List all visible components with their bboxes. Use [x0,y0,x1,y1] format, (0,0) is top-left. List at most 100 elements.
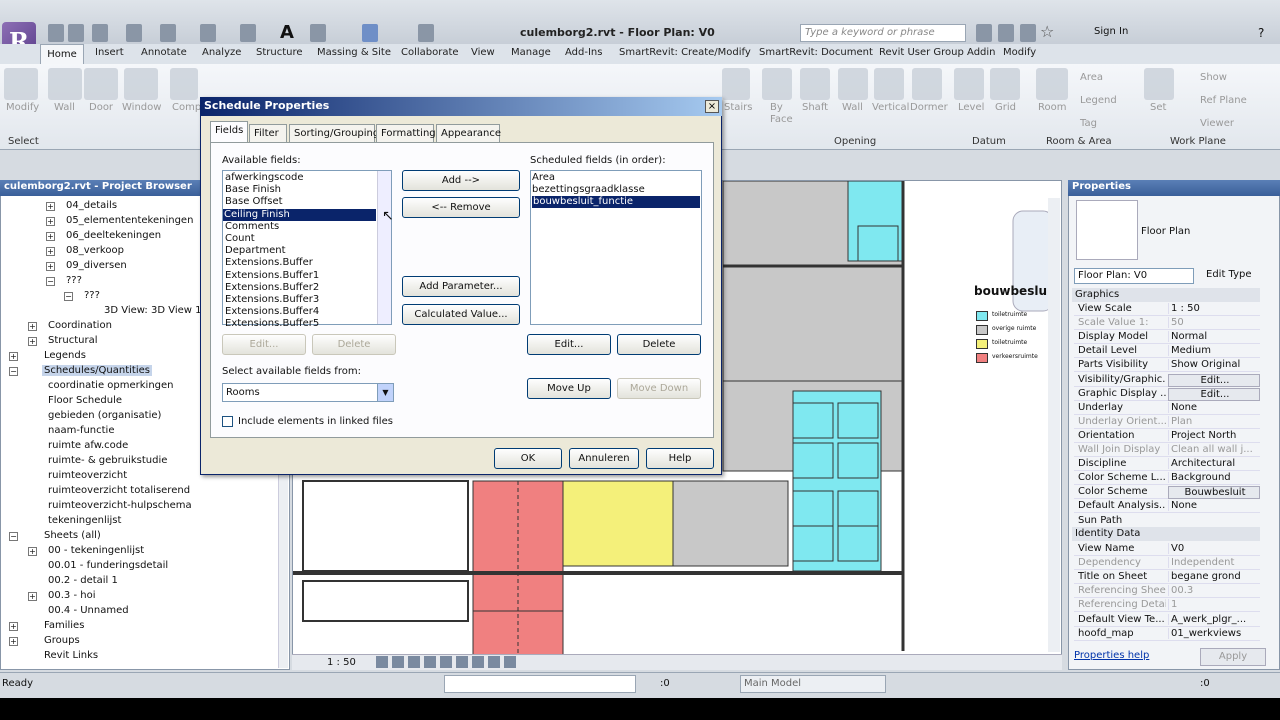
browser-item[interactable]: ruimte afw.code [48,440,128,451]
property-value[interactable]: Background [1168,472,1260,484]
expand-icon[interactable]: + [46,247,55,256]
search-input[interactable]: Type a keyword or phrase [800,24,966,42]
binoculars-icon[interactable] [976,24,992,42]
window-icon[interactable] [124,68,158,100]
available-field-item[interactable]: Extensions.Buffer [225,257,375,269]
property-value[interactable]: begane grond [1168,571,1260,583]
undo-icon[interactable] [126,24,142,42]
view-scale[interactable]: 1 : 50 [327,657,356,668]
property-value[interactable]: 1 [1168,599,1260,611]
identity-row[interactable]: Default View Te... A_werk_plgr_... [1074,613,1260,627]
scheduled-field-item[interactable]: Area [532,172,700,184]
property-row[interactable]: Graphic Display ... Edit... [1074,387,1260,401]
tab-massing-site[interactable]: Massing & Site [317,47,391,58]
browser-item[interactable]: 00.3 - hoi [48,590,95,601]
viewer-button[interactable]: Viewer [1200,118,1234,129]
select-from-dropdown[interactable]: Rooms [222,383,394,402]
collapse-icon[interactable]: − [46,277,55,286]
browser-item[interactable]: ruimteoverzicht-hulpschema [48,500,192,511]
browser-item[interactable]: 00.2 - detail 1 [48,575,118,586]
by-face-icon[interactable] [762,68,792,100]
dimension-icon[interactable] [240,24,256,42]
tab-home[interactable]: Home [40,44,84,64]
dormer-icon[interactable] [912,68,942,100]
browser-item[interactable]: 3D View: 3D View 1 [104,305,202,316]
dialog-close-icon[interactable]: × [705,100,719,113]
component-icon[interactable] [170,68,198,100]
browser-item-sheets[interactable]: Sheets (all) [44,530,101,541]
expand-icon[interactable]: + [9,637,18,646]
property-row[interactable]: Display Model Normal [1074,330,1260,345]
property-value[interactable]: Clean all wall j... [1168,444,1260,455]
browser-item[interactable]: 06_deeltekeningen [66,230,161,241]
browser-item[interactable]: 00 - tekeningenlijst [48,545,144,556]
browser-item-families[interactable]: Families [44,620,84,631]
canvas-scrollbar-vertical[interactable] [1048,198,1060,652]
identity-row[interactable]: Title on Sheet begane grond [1074,570,1260,585]
browser-item[interactable]: Floor Schedule [48,395,122,406]
grid-icon[interactable] [990,68,1020,100]
legend-button[interactable]: Legend [1080,95,1117,106]
property-row[interactable]: Scale Value 1: 50 [1074,316,1260,331]
property-row[interactable]: Default Analysis... None [1074,499,1260,514]
modify-icon[interactable] [4,68,38,100]
property-row[interactable]: Underlay Orient... Plan [1074,415,1260,429]
available-field-item[interactable]: afwerkingscode [225,172,375,184]
available-field-item[interactable]: Extensions.Buffer3 [225,294,375,306]
edit-scheduled-button[interactable]: Edit... [527,334,611,355]
properties-help-link[interactable]: Properties help [1074,650,1149,661]
expand-icon[interactable]: + [9,622,18,631]
browser-item[interactable]: 04_details [66,200,117,211]
shaft-icon[interactable] [800,68,830,100]
browser-item[interactable]: ??? [66,275,82,286]
delete-scheduled-button[interactable]: Delete [617,334,701,355]
property-value[interactable]: Edit... [1168,387,1260,401]
tab-manage[interactable]: Manage [511,47,551,58]
browser-item[interactable]: 08_verkoop [66,245,124,256]
expand-icon[interactable]: + [46,202,55,211]
property-value[interactable]: Edit... [1168,373,1260,387]
browser-item-legends[interactable]: Legends [44,350,86,361]
available-field-item[interactable]: Department [225,245,375,257]
property-row[interactable]: Detail Level Medium [1074,344,1260,359]
redo-icon[interactable] [160,24,176,42]
browser-item-revit-links[interactable]: Revit Links [44,650,98,661]
expand-icon[interactable]: + [9,352,18,361]
identity-row[interactable]: Referencing Sheet 00.3 [1074,584,1260,599]
available-field-item[interactable]: Extensions.Buffer1 [225,270,375,282]
property-row[interactable]: Color Scheme L... Background [1074,471,1260,486]
tab-revit-user-group[interactable]: Revit User Group Addin [879,47,996,58]
group-identity[interactable]: Identity Data [1072,527,1260,541]
property-row[interactable]: Underlay None [1074,401,1260,415]
property-row[interactable]: Discipline Architectural [1074,457,1260,472]
property-value[interactable]: 01_werkviews [1168,627,1260,639]
communication-icon[interactable] [1020,24,1036,42]
set-icon[interactable] [1144,68,1174,100]
sign-in-button[interactable]: Sign In [1094,26,1128,37]
browser-item[interactable]: naam-functie [48,425,115,436]
available-field-item[interactable]: Extensions.Buffer5 [225,318,375,330]
property-value[interactable]: 1 : 50 [1168,303,1260,314]
measure-icon[interactable] [200,24,216,42]
save-icon[interactable] [68,24,84,42]
browser-item[interactable]: 00.4 - Unnamed [48,605,129,616]
property-row[interactable]: Color Scheme Bouwbesluit [1074,485,1260,500]
browser-item[interactable]: 05_elemententekeningen [66,215,193,226]
property-row[interactable]: Visibility/Graphic... Edit... [1074,373,1260,387]
browser-item-schedules[interactable]: Schedules/Quantities [42,365,152,376]
collapse-icon[interactable]: − [9,532,18,541]
tab-view[interactable]: View [471,47,495,58]
available-field-item[interactable]: Base Offset [225,196,375,208]
cancel-button[interactable]: Annuleren [569,448,639,469]
property-value[interactable]: V0 [1168,543,1260,554]
help-icon[interactable]: ? [1258,26,1264,40]
available-field-item[interactable]: Comments [225,221,375,233]
tab-smartrevit-document[interactable]: SmartRevit: Document [759,47,873,58]
available-list-scrollbar[interactable] [377,171,391,324]
browser-item[interactable]: 09_diversen [66,260,127,271]
browser-item[interactable]: Structural [48,335,98,346]
available-field-item[interactable]: Ceiling Finish [223,208,376,221]
expand-icon[interactable]: + [46,232,55,241]
tab-analyze[interactable]: Analyze [202,47,241,58]
tab-appearance[interactable]: Appearance [436,124,501,142]
